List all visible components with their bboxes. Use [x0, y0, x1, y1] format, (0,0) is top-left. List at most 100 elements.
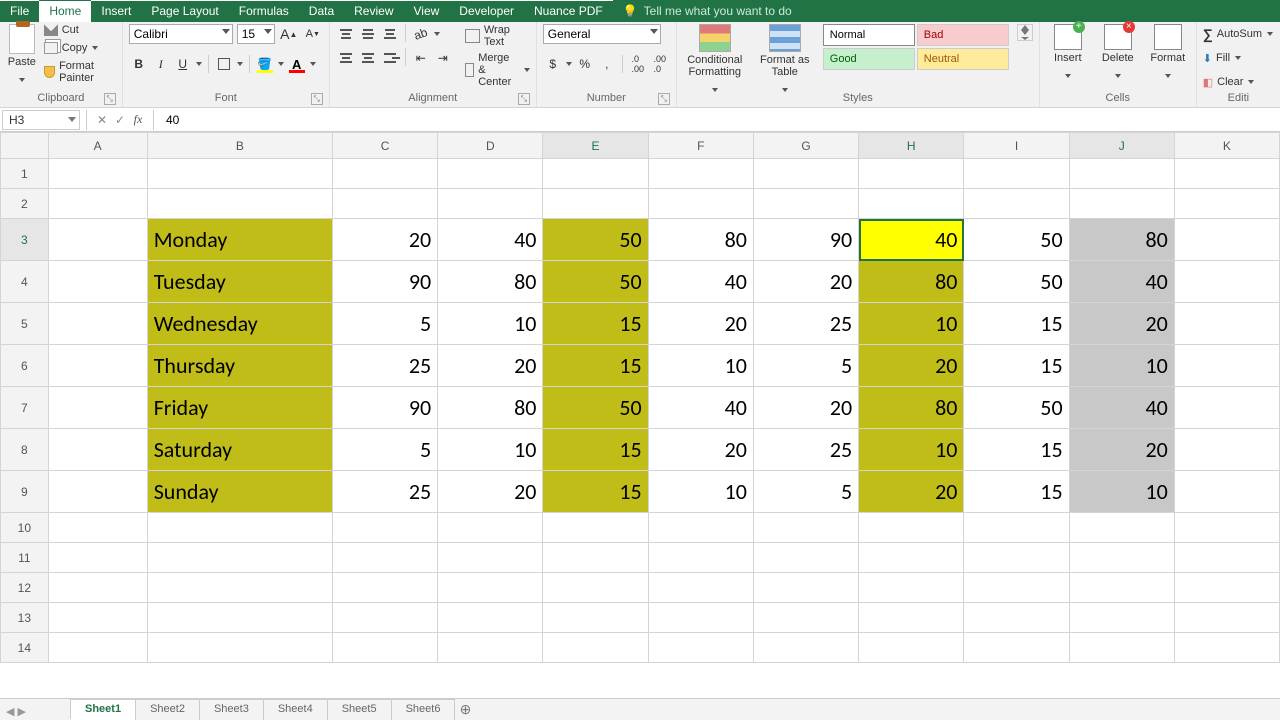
cell-D14[interactable]	[438, 633, 543, 663]
cell-H11[interactable]	[859, 543, 964, 573]
cell-B4[interactable]: Tuesday	[147, 261, 332, 303]
cell-B6[interactable]: Thursday	[147, 345, 332, 387]
cell-B8[interactable]: Saturday	[147, 429, 332, 471]
cell-I11[interactable]	[964, 543, 1069, 573]
underline-button[interactable]: U	[173, 54, 193, 74]
cell-I10[interactable]	[964, 513, 1069, 543]
cell-F5[interactable]: 20	[648, 303, 753, 345]
font-size-combo[interactable]: 15	[237, 24, 275, 44]
cell-G10[interactable]	[753, 513, 858, 543]
cell-G4[interactable]: 20	[753, 261, 858, 303]
tab-view[interactable]: View	[404, 1, 450, 22]
row-header-14[interactable]: 14	[1, 633, 49, 663]
tab-page-layout[interactable]: Page Layout	[141, 1, 228, 22]
cell-B13[interactable]	[147, 603, 332, 633]
cell-H7[interactable]: 80	[859, 387, 964, 429]
fill-color-button[interactable]: 🪣	[255, 54, 275, 74]
borders-dropdown[interactable]	[236, 54, 244, 74]
cell-H13[interactable]	[859, 603, 964, 633]
cell-B3[interactable]: Monday	[147, 219, 332, 261]
col-header-b[interactable]: B	[147, 133, 332, 159]
cut-button[interactable]: Cut	[44, 24, 116, 36]
merge-dropdown[interactable]	[524, 60, 530, 80]
cell-I3[interactable]: 50	[964, 219, 1069, 261]
cell-I13[interactable]	[964, 603, 1069, 633]
cell-H5[interactable]: 10	[859, 303, 964, 345]
cell-F11[interactable]	[648, 543, 753, 573]
tab-home[interactable]: Home	[39, 0, 91, 22]
cell-A6[interactable]	[48, 345, 147, 387]
cell-A2[interactable]	[48, 189, 147, 219]
cell-B14[interactable]	[147, 633, 332, 663]
comma-button[interactable]: ,	[597, 54, 617, 74]
format-button[interactable]: Format	[1146, 24, 1190, 86]
cell-K8[interactable]	[1174, 429, 1279, 471]
cell-F2[interactable]	[648, 189, 753, 219]
cell-H14[interactable]	[859, 633, 964, 663]
cell-J13[interactable]	[1069, 603, 1174, 633]
row-header-6[interactable]: 6	[1, 345, 49, 387]
align-left-button[interactable]	[336, 48, 356, 68]
style-normal[interactable]: Normal	[823, 24, 915, 46]
cell-J4[interactable]: 40	[1069, 261, 1174, 303]
row-header-11[interactable]: 11	[1, 543, 49, 573]
cell-A12[interactable]	[48, 573, 147, 603]
tab-nuance-pdf[interactable]: Nuance PDF	[524, 1, 613, 22]
cell-styles-gallery[interactable]: NormalBadGoodNeutral	[823, 24, 1009, 70]
col-header-f[interactable]: F	[648, 133, 753, 159]
tab-review[interactable]: Review	[344, 1, 403, 22]
cell-J10[interactable]	[1069, 513, 1174, 543]
insert-button[interactable]: Insert	[1046, 24, 1090, 86]
cell-E4[interactable]: 50	[543, 261, 648, 303]
cell-H6[interactable]: 20	[859, 345, 964, 387]
cell-A4[interactable]	[48, 261, 147, 303]
sheet-nav[interactable]: ◀ ▶	[6, 705, 26, 718]
cell-A9[interactable]	[48, 471, 147, 513]
number-launcher-icon[interactable]: ⤡	[658, 93, 670, 105]
cell-F6[interactable]: 10	[648, 345, 753, 387]
tab-formulas[interactable]: Formulas	[229, 1, 299, 22]
copy-button[interactable]: Copy	[44, 38, 116, 58]
cell-I7[interactable]: 50	[964, 387, 1069, 429]
tab-developer[interactable]: Developer	[449, 1, 524, 22]
currency-button[interactable]: $	[543, 54, 563, 74]
cell-C9[interactable]: 25	[332, 471, 437, 513]
cell-E2[interactable]	[543, 189, 648, 219]
cell-G12[interactable]	[753, 573, 858, 603]
cell-D6[interactable]: 20	[438, 345, 543, 387]
sheet-tab-sheet5[interactable]: Sheet5	[327, 699, 392, 720]
row-header-3[interactable]: 3	[1, 219, 49, 261]
cell-B2[interactable]	[147, 189, 332, 219]
sheet-tab-sheet4[interactable]: Sheet4	[263, 699, 328, 720]
cell-B1[interactable]	[147, 159, 332, 189]
cell-E7[interactable]: 50	[543, 387, 648, 429]
cell-C6[interactable]: 25	[332, 345, 437, 387]
clipboard-launcher-icon[interactable]: ⤡	[104, 93, 116, 105]
cell-B10[interactable]	[147, 513, 332, 543]
cell-K12[interactable]	[1174, 573, 1279, 603]
cell-D12[interactable]	[438, 573, 543, 603]
style-good[interactable]: Good	[823, 48, 915, 70]
autosum-button[interactable]: ∑AutoSum	[1203, 24, 1274, 44]
conditional-formatting-button[interactable]: Conditional Formatting	[683, 24, 747, 100]
cell-I1[interactable]	[964, 159, 1069, 189]
cell-G13[interactable]	[753, 603, 858, 633]
cell-G14[interactable]	[753, 633, 858, 663]
cell-J12[interactable]	[1069, 573, 1174, 603]
cell-D3[interactable]: 40	[438, 219, 543, 261]
name-box[interactable]: H3	[2, 110, 80, 130]
decrease-indent-button[interactable]: ⇤	[411, 48, 431, 68]
row-header-13[interactable]: 13	[1, 603, 49, 633]
sheet-tab-sheet6[interactable]: Sheet6	[391, 699, 456, 720]
row-header-4[interactable]: 4	[1, 261, 49, 303]
align-top-button[interactable]	[336, 24, 356, 44]
cell-E1[interactable]	[543, 159, 648, 189]
increase-decimal-button[interactable]: .0.00	[628, 54, 648, 74]
cell-A11[interactable]	[48, 543, 147, 573]
tab-data[interactable]: Data	[299, 1, 344, 22]
cell-H12[interactable]	[859, 573, 964, 603]
cell-C12[interactable]	[332, 573, 437, 603]
cell-B12[interactable]	[147, 573, 332, 603]
cell-D7[interactable]: 80	[438, 387, 543, 429]
cell-G8[interactable]: 25	[753, 429, 858, 471]
